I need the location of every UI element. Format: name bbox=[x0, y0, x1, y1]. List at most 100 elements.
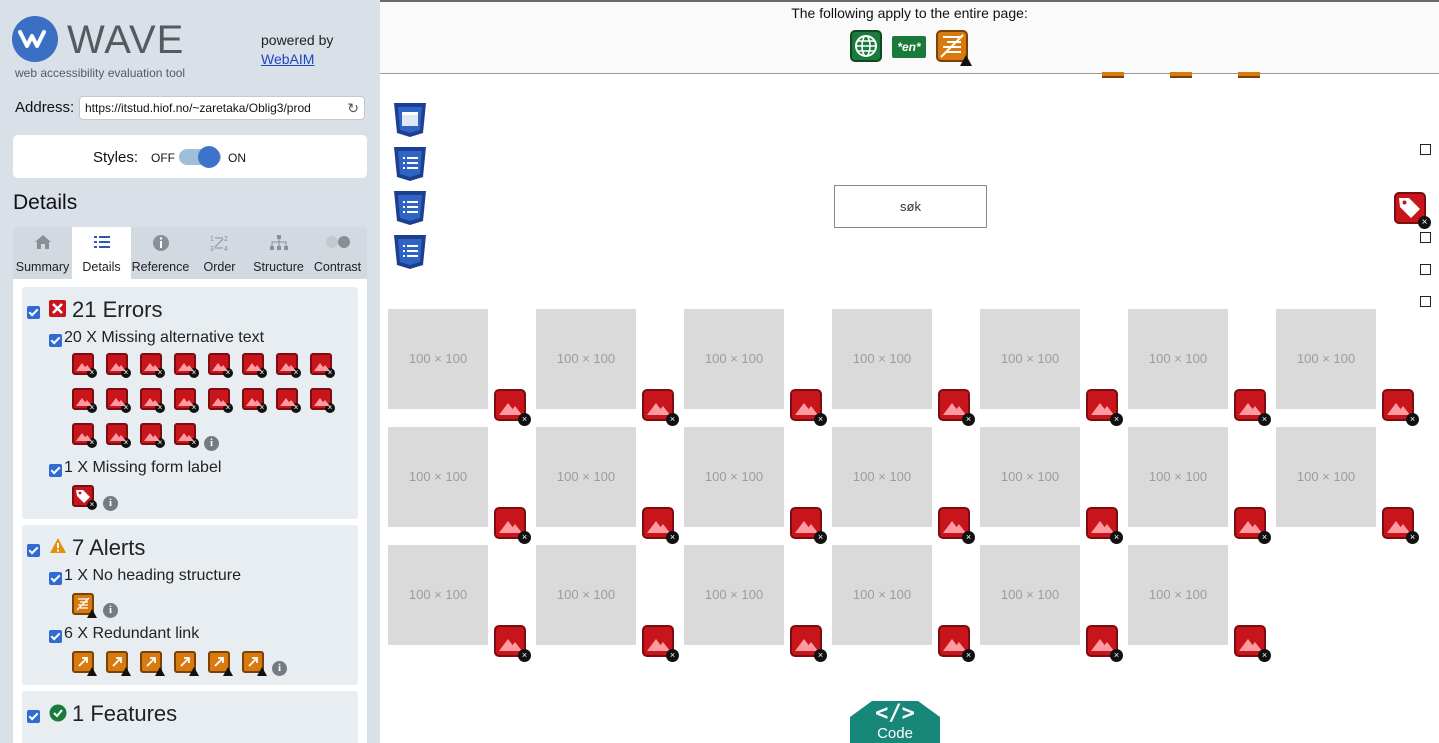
missing-alt-image-icon[interactable]: × bbox=[106, 423, 131, 448]
missing-alt-image-icon[interactable]: × bbox=[642, 625, 679, 662]
unordered-list-icon[interactable] bbox=[392, 190, 428, 226]
tab-reference[interactable]: Reference bbox=[131, 227, 190, 279]
redundant-link-icon[interactable] bbox=[140, 651, 165, 676]
missing-alt-image-icon[interactable]: × bbox=[1234, 389, 1271, 426]
missing-alt-info-icon[interactable]: i bbox=[204, 436, 219, 451]
structure-icon[interactable] bbox=[392, 102, 428, 138]
missing-alt-image-icon[interactable]: × bbox=[72, 423, 97, 448]
webaim-link[interactable]: WebAIM bbox=[261, 51, 314, 67]
missing-alt-image-icon[interactable]: × bbox=[494, 625, 531, 662]
tab-details[interactable]: Details bbox=[72, 227, 131, 279]
styles-toggle[interactable] bbox=[179, 146, 221, 168]
redundant-link-icon[interactable] bbox=[174, 651, 199, 676]
tab-summary[interactable]: Summary bbox=[13, 227, 72, 279]
missing-alt-image-icon[interactable]: × bbox=[140, 388, 165, 413]
error-x-icon: × bbox=[291, 403, 301, 413]
checkbox-input[interactable] bbox=[1420, 296, 1431, 307]
missing-alt-image-icon[interactable]: × bbox=[242, 353, 267, 378]
address-input[interactable] bbox=[85, 101, 339, 115]
missing-alt-image-icon[interactable]: × bbox=[140, 423, 165, 448]
redundant-link-icon[interactable] bbox=[1238, 72, 1260, 78]
missing-alt-image-icon[interactable]: × bbox=[494, 389, 531, 426]
missing-alt-image-icon[interactable]: × bbox=[174, 353, 199, 378]
unordered-list-icon[interactable] bbox=[392, 146, 428, 182]
redundant-link-icon[interactable] bbox=[72, 651, 97, 676]
missing-alt-image-icon[interactable]: × bbox=[174, 388, 199, 413]
error-x-icon: × bbox=[121, 438, 131, 448]
missing-alt-image-icon[interactable]: × bbox=[790, 389, 827, 426]
redundant-link-icon[interactable] bbox=[242, 651, 267, 676]
missing-alt-image-icon[interactable]: × bbox=[106, 353, 131, 378]
address-field[interactable]: ↻ bbox=[79, 96, 365, 120]
missing-alt-image-icon[interactable]: × bbox=[642, 389, 679, 426]
checkbox-input[interactable] bbox=[1420, 232, 1431, 243]
tab-contrast[interactable]: Contrast bbox=[308, 227, 367, 279]
globe-icon[interactable] bbox=[850, 30, 882, 62]
missing-alt-image-icon[interactable]: × bbox=[1086, 389, 1123, 426]
redundant-link-checkbox[interactable] bbox=[49, 630, 62, 643]
missing-alt-image-icon[interactable]: × bbox=[642, 507, 679, 544]
error-x-icon: × bbox=[223, 403, 233, 413]
reload-icon[interactable]: ↻ bbox=[347, 100, 359, 117]
checkbox-input[interactable] bbox=[1420, 144, 1431, 155]
missing-alt-image-icon[interactable]: × bbox=[790, 507, 827, 544]
styles-off-label: OFF bbox=[151, 151, 175, 165]
redundant-link-icon[interactable] bbox=[1170, 72, 1192, 78]
missing-alt-image-icon[interactable]: × bbox=[208, 353, 233, 378]
missing-alt-checkbox[interactable] bbox=[49, 334, 62, 347]
missing-alt-image-icon[interactable]: × bbox=[140, 353, 165, 378]
missing-alt-image-icon[interactable]: × bbox=[276, 388, 301, 413]
features-checkbox[interactable] bbox=[27, 710, 40, 723]
redundant-link-icon[interactable] bbox=[208, 651, 233, 676]
error-x-icon: × bbox=[325, 403, 335, 413]
missing-alt-image-icon[interactable]: × bbox=[1234, 507, 1271, 544]
errors-checkbox[interactable] bbox=[27, 306, 40, 319]
no-heading-icon[interactable] bbox=[72, 593, 97, 618]
missing-alt-image-icon[interactable]: × bbox=[208, 388, 233, 413]
missing-alt-image-icon[interactable]: × bbox=[494, 507, 531, 544]
no-heading-structure-icon[interactable] bbox=[936, 30, 972, 66]
error-x-icon: × bbox=[1418, 216, 1431, 229]
missing-alt-image-icon[interactable]: × bbox=[1086, 507, 1123, 544]
missing-alt-image-icon[interactable]: × bbox=[938, 389, 975, 426]
missing-alt-image-icon[interactable]: × bbox=[72, 353, 97, 378]
image-placeholder: 100 × 100 bbox=[684, 427, 784, 527]
language-badge-icon[interactable]: *en* bbox=[892, 36, 926, 58]
missing-label-info-icon[interactable]: i bbox=[103, 496, 118, 511]
tab-structure[interactable]: Structure bbox=[249, 227, 308, 279]
missing-alt-image-icon[interactable]: × bbox=[1382, 389, 1419, 426]
image-placeholder: 100 × 100 bbox=[388, 309, 488, 409]
home-icon bbox=[13, 234, 72, 255]
no-heading-checkbox[interactable] bbox=[49, 572, 62, 585]
alerts-checkbox[interactable] bbox=[27, 544, 40, 557]
missing-alt-image-icon[interactable]: × bbox=[276, 353, 301, 378]
missing-alt-image-icon[interactable]: × bbox=[1086, 625, 1123, 662]
missing-alt-image-icon[interactable]: × bbox=[1234, 625, 1271, 662]
image-placeholder: 100 × 100 bbox=[1128, 309, 1228, 409]
tab-order[interactable]: 1 2 3 4 Order bbox=[190, 227, 249, 279]
missing-label-checkbox[interactable] bbox=[49, 464, 62, 477]
no-heading-info-icon[interactable]: i bbox=[103, 603, 118, 618]
missing-alt-image-icon[interactable]: × bbox=[106, 388, 131, 413]
image-placeholder: 100 × 100 bbox=[388, 545, 488, 645]
redundant-link-icon[interactable] bbox=[1102, 72, 1124, 78]
missing-alt-image-icon[interactable]: × bbox=[790, 625, 827, 662]
wave-logo-icon bbox=[12, 16, 58, 62]
missing-alt-image-icon[interactable]: × bbox=[938, 507, 975, 544]
unordered-list-icon[interactable] bbox=[392, 234, 428, 270]
missing-alt-image-icon[interactable]: × bbox=[174, 423, 199, 448]
missing-alt-image-icon[interactable]: × bbox=[310, 388, 335, 413]
redundant-link-info-icon[interactable]: i bbox=[272, 661, 287, 676]
redundant-link-icon[interactable] bbox=[106, 651, 131, 676]
missing-alt-image-icon[interactable]: × bbox=[938, 625, 975, 662]
missing-alt-image-icon[interactable]: × bbox=[1382, 507, 1419, 544]
search-button[interactable]: søk bbox=[834, 185, 987, 228]
missing-label-icon[interactable]: × bbox=[72, 485, 97, 510]
checkbox-input[interactable] bbox=[1420, 264, 1431, 275]
address-label: Address: bbox=[15, 99, 75, 116]
code-toggle-button[interactable]: </> Code bbox=[850, 699, 940, 743]
missing-alt-image-icon[interactable]: × bbox=[242, 388, 267, 413]
missing-alt-image-icon[interactable]: × bbox=[310, 353, 335, 378]
missing-form-label-icon[interactable]: × bbox=[1394, 192, 1431, 229]
missing-alt-image-icon[interactable]: × bbox=[72, 388, 97, 413]
